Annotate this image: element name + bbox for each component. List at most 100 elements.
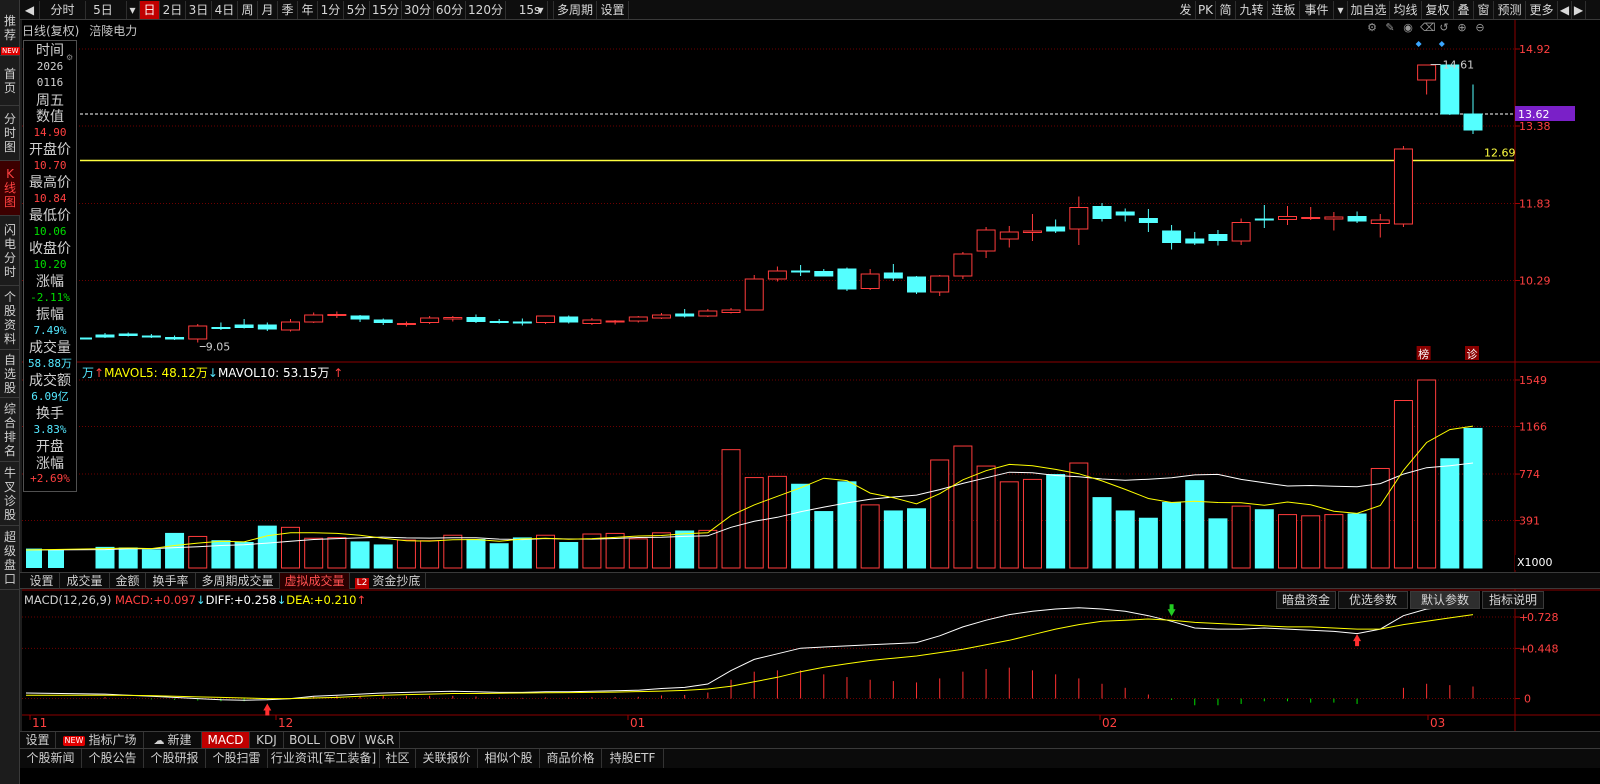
stock-name[interactable]: 涪陵电力 [89,24,137,38]
news-tab-0[interactable]: 个股新闻 [20,749,82,768]
toolbar-right-4[interactable]: 连板 [1268,1,1300,19]
toolbar-left-arrow[interactable]: ◀ [20,1,40,19]
toolbar-period-3[interactable]: 2日 [160,1,186,19]
volume-bar [95,546,115,569]
toolbar-right-2[interactable]: 简 [1216,1,1236,19]
macd-buy-arrow [1353,634,1362,647]
toolbar-right-10[interactable]: 叠 [1454,1,1474,19]
settings-icon[interactable]: ⚙ [1366,22,1378,34]
toolbar-right-11[interactable]: 窗 [1474,1,1494,19]
toolbar-right-0[interactable]: 发 [1176,1,1196,19]
toolbar-period-8[interactable]: 季 [278,1,298,19]
news-tab-9[interactable]: 持股ETF [602,749,664,768]
toolbar-right-14[interactable]: ◀ [1558,1,1572,19]
toolbar-period-5[interactable]: 4日 [212,1,238,19]
zoom-out-icon[interactable]: ⊖ [1474,22,1486,34]
indicator-tab-4[interactable]: KDJ [250,732,284,749]
volume-bar [304,537,324,569]
sidebar-item-4[interactable]: 闪电分时 [0,216,20,286]
indicator-tab-0[interactable]: 设置 [20,732,56,749]
sidebar-item-2[interactable]: 分时图 [0,106,20,161]
candle [95,333,115,338]
sidebar-item-1[interactable]: 首页 [0,56,20,106]
toolbar-period-14[interactable]: 60分 [434,1,466,19]
toolbar-period-18[interactable]: 设置 [597,1,629,19]
indicator-tab-1[interactable]: NEW 指标广场 [56,732,144,749]
indicator-tab-6[interactable]: OBV [326,732,360,749]
volume-tab-5[interactable]: 虚拟成交量 [280,573,350,589]
sidebar-item-5[interactable]: 个股资料 [0,286,20,350]
toolbar-period-7[interactable]: 月 [258,1,278,19]
volume-bar [257,525,277,569]
zoom-in-icon[interactable]: ⊕ [1456,22,1468,34]
volume-bar [1417,379,1437,569]
toolbar-right-5[interactable]: 事件 [1300,1,1334,19]
toolbar-right-15[interactable]: ▶ [1572,1,1586,19]
volume-tab-3[interactable]: 换手率 [146,573,196,589]
macd-button-1[interactable]: 优选参数 [1338,591,1408,609]
pen-icon[interactable]: ✎ [1384,22,1396,34]
candle [304,312,324,323]
delete-icon[interactable]: ⌫ [1420,22,1436,34]
info-label: 周五 [36,92,64,109]
toolbar-period-16[interactable]: 15s [506,1,554,19]
toolbar-period-6[interactable]: 周 [238,1,258,19]
toolbar-right-13[interactable]: 更多 [1526,1,1558,19]
period-toolbar: ◀ ▾ ▾ 分时 5日日 2日 3日 4日周月季年 1分 5分 15分 30分 60分 120分 15… [20,0,1600,20]
toolbar-right-8[interactable]: 均线 [1390,1,1422,19]
toolbar-period-12[interactable]: 15分 [370,1,402,19]
indicator-tab-2[interactable]: ☁ 新建 [144,732,202,749]
macd-button-0[interactable]: 暗盘资金 [1276,591,1336,609]
candle-body [1417,64,1437,81]
toolbar-period-2[interactable]: 日 [140,1,160,19]
toolbar-right-1[interactable]: PK [1196,1,1216,19]
candle-body [791,270,811,273]
sidebar-item-7[interactable]: 综合排名 [0,398,20,462]
eye-icon[interactable]: ◉ [1402,22,1414,34]
toolbar-period-13[interactable]: 30分 [402,1,434,19]
toolbar-right-7[interactable]: 加自选 [1348,1,1390,19]
volume-tab-2[interactable]: 金额 [110,573,146,589]
toolbar-right-6[interactable]: ▾ [1334,1,1348,19]
toolbar-period-17[interactable]: 多周期 [554,1,597,19]
news-tab-7[interactable]: 相似个股 [478,749,540,768]
volume-tab-0[interactable]: 设置 [24,573,60,589]
news-tab-8[interactable]: 商品价格 [540,749,602,768]
volume-tab-4[interactable]: 多周期成交量 [196,573,280,589]
news-tab-3[interactable]: 个股扫雷 [206,749,268,768]
macd-button-2[interactable]: 默认参数 [1410,591,1480,609]
toolbar-right-12[interactable]: 预测 [1494,1,1526,19]
news-tab-4[interactable]: 行业资讯[军工装备] [268,749,380,768]
news-tab-6[interactable]: 关联报价 [416,749,478,768]
sidebar-item-8[interactable]: 牛叉诊股 [0,462,20,526]
toolbar-period-15[interactable]: 120分 [466,1,506,19]
toolbar-dropdown-arrow[interactable]: ▾ [126,1,140,19]
toolbar-period-9[interactable]: 年 [298,1,318,19]
toolbar-period-4[interactable]: 3日 [186,1,212,19]
sidebar-item-6[interactable]: 自选股 [0,350,20,398]
macd-button-3[interactable]: 指标说明 [1482,591,1544,609]
info-label: 开盘 [36,439,64,455]
info-label: 振幅 [36,307,64,323]
sidebar-item-9[interactable]: 超级盘口 [0,526,20,590]
info-value: 0116 [36,76,64,89]
sidebar-item-3[interactable]: K线图 [0,161,20,216]
toolbar-period-1[interactable]: 5日 [80,1,127,19]
info-panel-settings-icon[interactable]: ⚙ [66,53,75,62]
news-tab-2[interactable]: 个股研报 [144,749,206,768]
indicator-tab-7[interactable]: W&R [360,732,400,749]
volume-bar [1138,517,1158,569]
candle [930,275,950,296]
stock-chart-canvas[interactable]: 14.92 13.38 11.83 10.29 12.69 13.62 9.05 14.61 榜… [0,0,1600,784]
volume-tab-1[interactable]: 成交量 [60,573,110,589]
indicator-tab-3[interactable]: MACD [202,732,250,749]
toolbar-period-11[interactable]: 5分 [344,1,370,19]
volume-tab-6[interactable]: L2 资金抄底 [350,573,426,589]
toolbar-right-9[interactable]: 复权 [1422,1,1454,19]
restore-icon[interactable]: ↺ [1438,22,1450,34]
news-tab-1[interactable]: 个股公告 [82,749,144,768]
news-tab-5[interactable]: 社区 [380,749,416,768]
toolbar-period-10[interactable]: 1分 [318,1,344,19]
toolbar-right-3[interactable]: 九转 [1236,1,1268,19]
indicator-tab-5[interactable]: BOLL [284,732,326,749]
